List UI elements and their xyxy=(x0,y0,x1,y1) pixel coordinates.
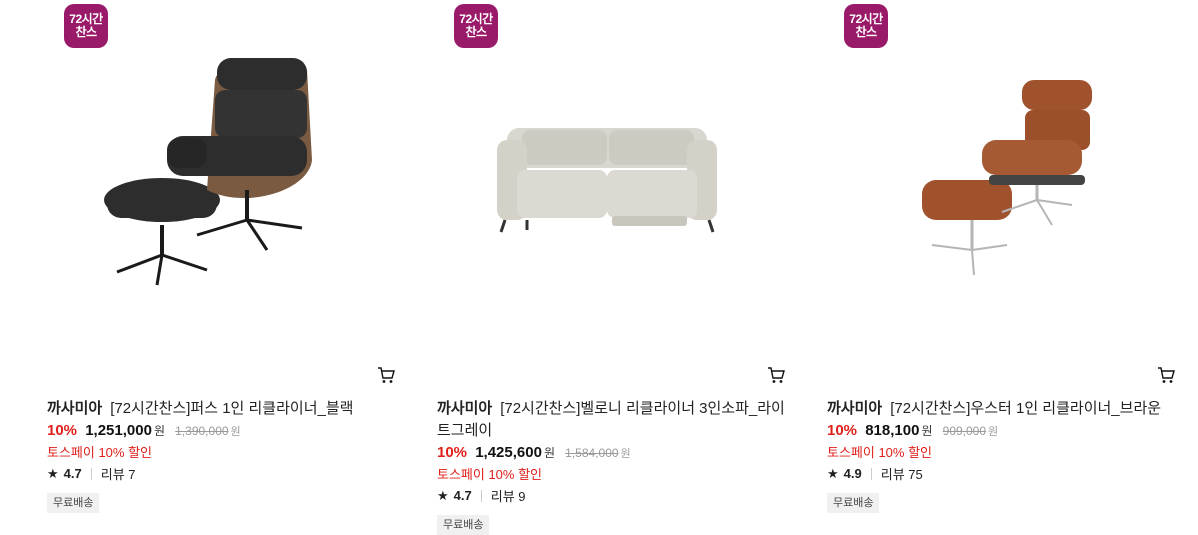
original-currency-label: 원 xyxy=(988,426,999,438)
divider xyxy=(480,489,482,502)
price-row: 10% 818,100 원 909,000 원 xyxy=(827,422,998,439)
product-name: [72시간찬스]우스터 1인 리클라이너_브라운 xyxy=(890,400,1162,417)
sale-price: 1,251,000 xyxy=(85,422,152,439)
review-count: 리뷰 75 xyxy=(880,467,923,482)
product-card[interactable]: 72시간 찬스 xyxy=(47,0,395,528)
rating-row: ★ 4.9 리뷰 75 xyxy=(827,464,923,483)
badge-line2: 찬스 xyxy=(465,25,487,39)
sale-price: 1,425,600 xyxy=(475,444,542,461)
review-count: 리뷰 7 xyxy=(100,467,136,482)
promo-text: 토스페이 10% 할인 xyxy=(47,445,153,460)
original-price: 1,390,000 xyxy=(175,424,229,438)
rating-score: 4.7 xyxy=(453,488,472,503)
brand-name: 까사미아 xyxy=(827,400,883,417)
price-row: 10% 1,251,000 원 1,390,000 원 xyxy=(47,422,241,439)
sale-price: 818,100 xyxy=(865,422,920,439)
currency-label: 원 xyxy=(543,446,555,460)
divider xyxy=(90,467,92,480)
original-price: 1,584,000 xyxy=(565,446,619,460)
star-icon: ★ xyxy=(827,465,839,481)
product-image-sofa-lightgray[interactable] xyxy=(487,40,727,300)
rating-score: 4.7 xyxy=(63,466,82,481)
product-grid: 72시간 찬스 까사미아 [72시간찬스]퍼스 1인 리클라이너_블랙 10% … xyxy=(0,0,1198,535)
product-card[interactable]: 72시간 찬스 xyxy=(827,0,1175,528)
brand-name: 까사미아 xyxy=(47,400,103,417)
rating-row: ★ 4.7 리뷰 7 xyxy=(47,464,136,483)
brand-name: 까사미아 xyxy=(437,400,493,417)
free-shipping-tag: 무료배송 xyxy=(827,493,880,513)
rating-row: ★ 4.7 리뷰 9 xyxy=(437,486,526,505)
currency-label: 원 xyxy=(153,424,165,438)
cart-icon[interactable] xyxy=(1157,366,1175,384)
product-title[interactable]: 까사미아 [72시간찬스]퍼스 1인 리클라이너_블랙 xyxy=(47,398,399,420)
free-shipping-tag: 무료배송 xyxy=(437,515,490,535)
product-image-recliner-black[interactable] xyxy=(97,40,337,300)
price-row: 10% 1,425,600 원 1,584,000 원 xyxy=(437,444,631,461)
product-name: [72시간찬스]퍼스 1인 리클라이너_블랙 xyxy=(110,400,354,417)
promo-text: 토스페이 10% 할인 xyxy=(827,445,933,460)
star-icon: ★ xyxy=(47,465,59,481)
currency-label: 원 xyxy=(921,424,933,438)
rating-score: 4.9 xyxy=(843,466,862,481)
cart-icon[interactable] xyxy=(767,366,785,384)
review-count: 리뷰 9 xyxy=(490,489,526,504)
badge-line2: 찬스 xyxy=(75,25,97,39)
promo-text: 토스페이 10% 할인 xyxy=(437,467,543,482)
discount-rate: 10% xyxy=(47,422,78,439)
divider xyxy=(870,467,872,480)
discount-rate: 10% xyxy=(437,444,468,461)
original-currency-label: 원 xyxy=(230,426,241,438)
product-card[interactable]: 72시간 찬스 까사미아 [72시간찬스]벨로니 리클라이너 3인소파_라이트그… xyxy=(437,0,785,535)
product-title[interactable]: 까사미아 [72시간찬스]우스터 1인 리클라이너_브라운 xyxy=(827,398,1179,420)
discount-rate: 10% xyxy=(827,422,858,439)
original-currency-label: 원 xyxy=(620,448,631,460)
free-shipping-tag: 무료배송 xyxy=(47,493,100,513)
star-icon: ★ xyxy=(437,487,449,503)
badge-line2: 찬스 xyxy=(855,25,877,39)
original-price: 909,000 xyxy=(942,424,987,438)
product-title[interactable]: 까사미아 [72시간찬스]벨로니 리클라이너 3인소파_라이트그레이 xyxy=(437,398,797,442)
cart-icon[interactable] xyxy=(377,366,395,384)
product-image-recliner-brown[interactable] xyxy=(877,40,1117,300)
